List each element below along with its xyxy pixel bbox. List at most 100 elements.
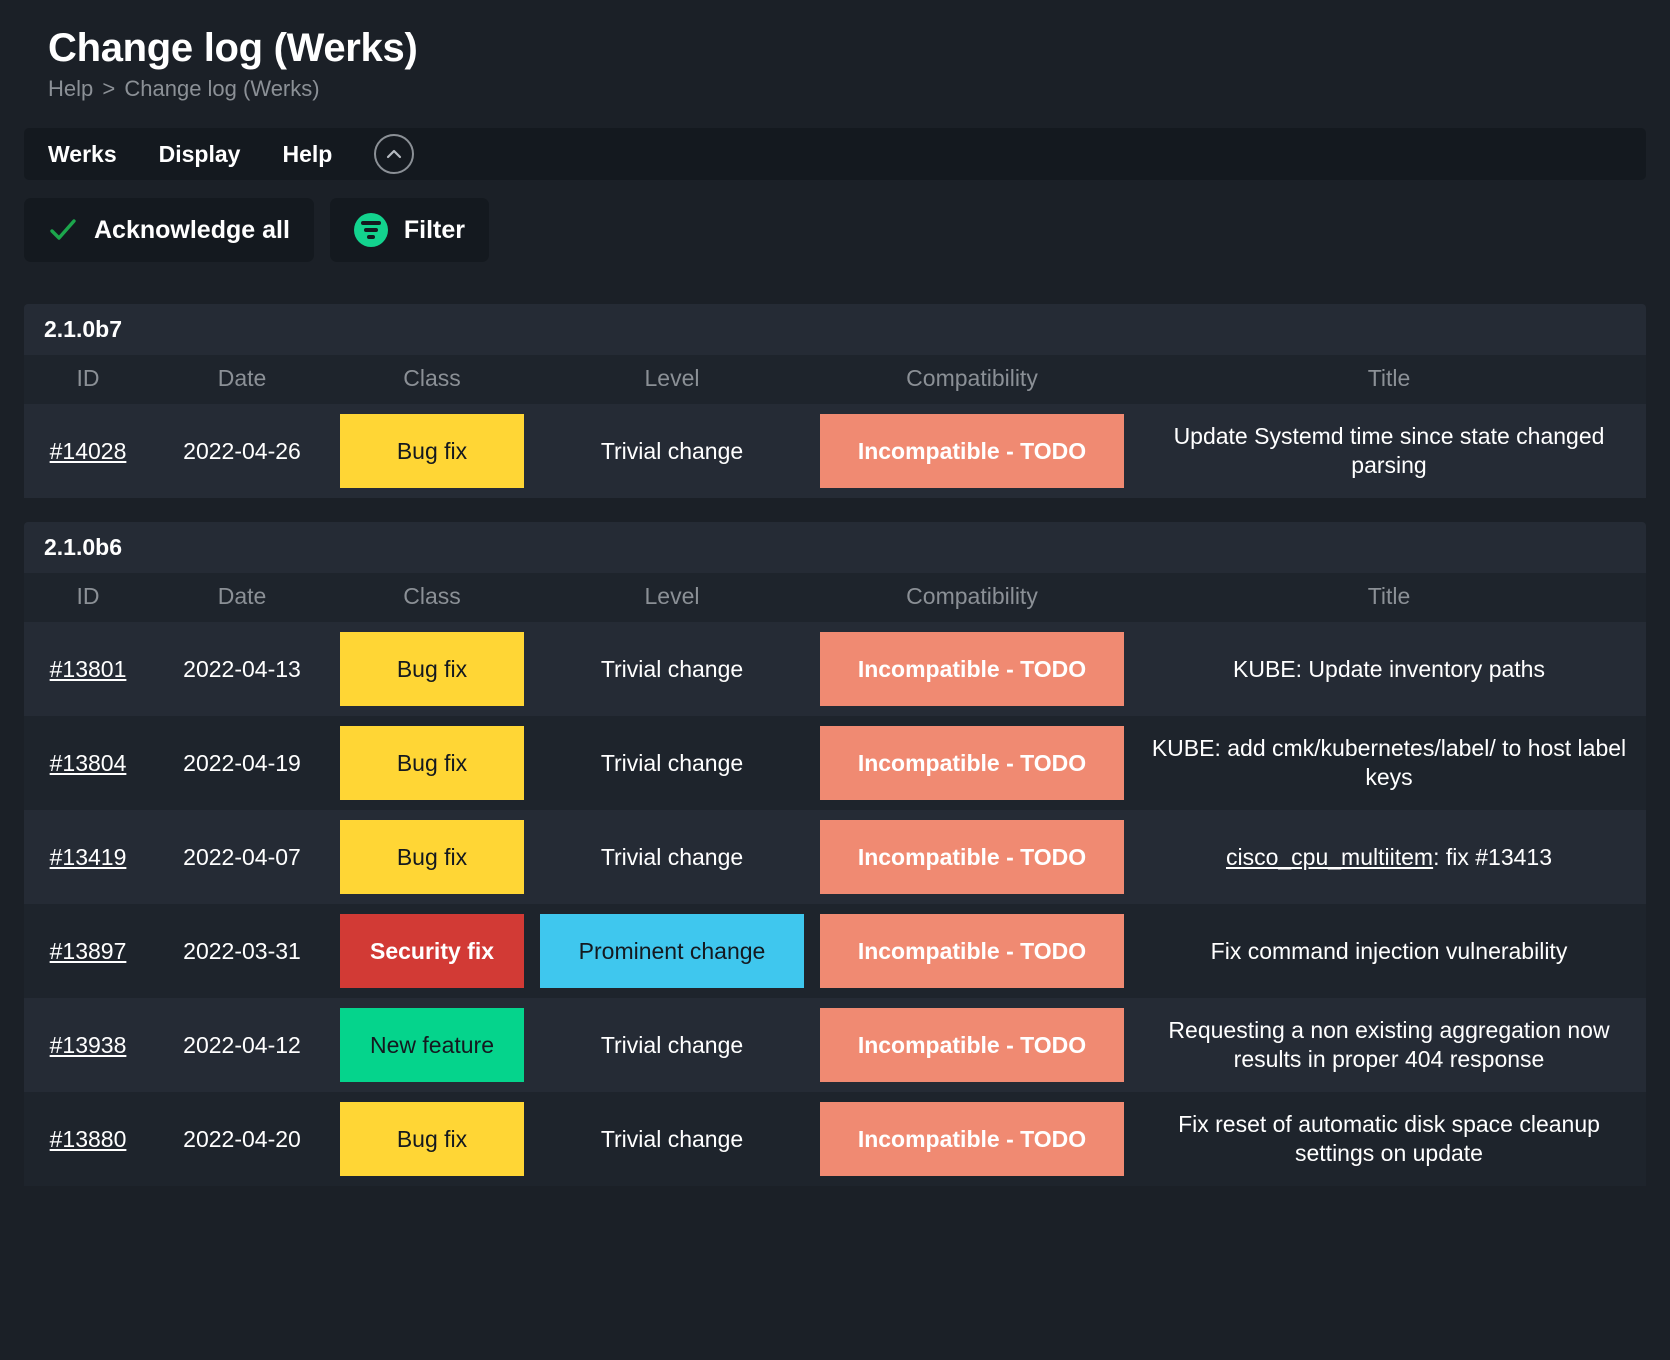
acknowledge-all-label: Acknowledge all	[94, 215, 290, 244]
werk-id-link[interactable]: #14028	[50, 438, 127, 464]
werk-id-link[interactable]: #13880	[50, 1126, 127, 1152]
werk-title-cell: cisco_cpu_multiitem: fix #13413	[1132, 810, 1646, 905]
menu-item-help[interactable]: Help	[282, 141, 332, 168]
table-row[interactable]: #14028 2022-04-26 Bug fix Trivial change…	[24, 404, 1646, 499]
column-header-compatibility: Compatibility	[812, 573, 1132, 623]
werk-id-cell: #13880	[24, 1092, 152, 1187]
werk-class-cell: New feature	[332, 998, 532, 1093]
werk-compatibility-cell: Incompatible - TODO	[812, 810, 1132, 905]
column-header-class: Class	[332, 573, 532, 623]
table-row[interactable]: #13897 2022-03-31 Security fix Prominent…	[24, 904, 1646, 999]
compatibility-badge: Incompatible - TODO	[820, 726, 1124, 801]
breadcrumb: Help > Change log (Werks)	[48, 76, 1670, 102]
class-badge: New feature	[340, 1008, 524, 1083]
werk-date-cell: 2022-04-19	[152, 716, 332, 811]
column-header-title: Title	[1132, 355, 1646, 405]
check-icon	[48, 215, 78, 245]
werk-level-cell: Trivial change	[532, 622, 812, 717]
werk-table-body: #14028 2022-04-26 Bug fix Trivial change…	[24, 404, 1646, 499]
werk-level-cell: Trivial change	[532, 1092, 812, 1187]
filter-button[interactable]: Filter	[329, 198, 490, 263]
werk-id-cell: #13897	[24, 904, 152, 999]
class-badge: Bug fix	[340, 414, 524, 489]
version-header: 2.1.0b7	[24, 304, 1646, 356]
werk-id-cell: #14028	[24, 404, 152, 499]
werk-id-link[interactable]: #13938	[50, 1032, 127, 1058]
werk-date-cell: 2022-04-13	[152, 622, 332, 717]
werk-title-cell: Fix reset of automatic disk space cleanu…	[1132, 1092, 1646, 1187]
class-badge: Bug fix	[340, 1102, 524, 1177]
column-header-compatibility: Compatibility	[812, 355, 1132, 405]
menu-item-display[interactable]: Display	[159, 141, 241, 168]
werk-id-link[interactable]: #13801	[50, 656, 127, 682]
table-row[interactable]: #13801 2022-04-13 Bug fix Trivial change…	[24, 622, 1646, 717]
class-badge: Bug fix	[340, 726, 524, 801]
werk-title-cell: Update Systemd time since state changed …	[1132, 404, 1646, 499]
column-header-date: Date	[152, 355, 332, 405]
werk-level-cell: Trivial change	[532, 998, 812, 1093]
breadcrumb-separator: >	[102, 76, 116, 101]
page-header: Change log (Werks) Help > Change log (We…	[0, 0, 1670, 112]
werk-compatibility-cell: Incompatible - TODO	[812, 404, 1132, 499]
werk-class-cell: Bug fix	[332, 810, 532, 905]
werk-title-link[interactable]: cisco_cpu_multiitem	[1226, 844, 1433, 870]
werk-compatibility-cell: Incompatible - TODO	[812, 716, 1132, 811]
werk-date-cell: 2022-04-12	[152, 998, 332, 1093]
level-badge: Trivial change	[540, 820, 804, 895]
werk-class-cell: Bug fix	[332, 622, 532, 717]
werk-title-cell: Requesting a non existing aggregation no…	[1132, 998, 1646, 1093]
filter-label: Filter	[403, 215, 466, 244]
table-header-row: ID Date Class Level Compatibility Title	[24, 355, 1646, 405]
werk-table: ID Date Class Level Compatibility Title …	[24, 355, 1646, 499]
werk-id-cell: #13419	[24, 810, 152, 905]
werk-id-link[interactable]: #13419	[50, 844, 127, 870]
werk-compatibility-cell: Incompatible - TODO	[812, 622, 1132, 717]
werk-title-cell: KUBE: Update inventory paths	[1132, 622, 1646, 717]
column-header-level: Level	[532, 573, 812, 623]
column-header-title: Title	[1132, 573, 1646, 623]
breadcrumb-current: Change log (Werks)	[124, 76, 320, 101]
version-header: 2.1.0b6	[24, 522, 1646, 574]
werk-id-cell: #13804	[24, 716, 152, 811]
action-toolbar: Acknowledge all Filter	[24, 198, 1646, 263]
werk-class-cell: Bug fix	[332, 716, 532, 811]
column-header-date: Date	[152, 573, 332, 623]
werk-class-cell: Bug fix	[332, 404, 532, 499]
table-header-row: ID Date Class Level Compatibility Title	[24, 573, 1646, 623]
werk-date-cell: 2022-03-31	[152, 904, 332, 999]
column-header-class: Class	[332, 355, 532, 405]
page-title: Change log (Werks)	[48, 26, 418, 70]
level-badge: Prominent change	[540, 914, 804, 989]
werk-title-rest: : fix #13413	[1433, 843, 1552, 870]
table-row[interactable]: #13804 2022-04-19 Bug fix Trivial change…	[24, 716, 1646, 811]
level-badge: Trivial change	[540, 414, 804, 489]
werk-id-link[interactable]: #13897	[50, 938, 127, 964]
class-badge: Bug fix	[340, 820, 524, 895]
menu-bar: Werks Display Help	[24, 128, 1646, 181]
werk-id-link[interactable]: #13804	[50, 750, 127, 776]
menu-item-werks[interactable]: Werks	[48, 141, 117, 168]
werk-tables: 2.1.0b7 ID Date Class Level Compatibilit…	[24, 304, 1646, 1187]
breadcrumb-root[interactable]: Help	[48, 76, 93, 101]
werk-table: ID Date Class Level Compatibility Title …	[24, 573, 1646, 1187]
class-badge: Security fix	[340, 914, 524, 989]
table-row[interactable]: #13880 2022-04-20 Bug fix Trivial change…	[24, 1092, 1646, 1187]
table-row[interactable]: #13938 2022-04-12 New feature Trivial ch…	[24, 998, 1646, 1093]
werk-class-cell: Security fix	[332, 904, 532, 999]
acknowledge-all-button[interactable]: Acknowledge all	[24, 198, 314, 263]
compatibility-badge: Incompatible - TODO	[820, 632, 1124, 707]
compatibility-badge: Incompatible - TODO	[820, 1102, 1124, 1177]
werk-compatibility-cell: Incompatible - TODO	[812, 904, 1132, 999]
werk-date-cell: 2022-04-07	[152, 810, 332, 905]
werk-date-cell: 2022-04-20	[152, 1092, 332, 1187]
compatibility-badge: Incompatible - TODO	[820, 1008, 1124, 1083]
column-header-level: Level	[532, 355, 812, 405]
werk-class-cell: Bug fix	[332, 1092, 532, 1187]
chevron-up-circle-icon[interactable]	[374, 134, 415, 175]
compatibility-badge: Incompatible - TODO	[820, 914, 1124, 989]
werk-level-cell: Trivial change	[532, 404, 812, 499]
werk-compatibility-cell: Incompatible - TODO	[812, 998, 1132, 1093]
level-badge: Trivial change	[540, 1008, 804, 1083]
class-badge: Bug fix	[340, 632, 524, 707]
table-row[interactable]: #13419 2022-04-07 Bug fix Trivial change…	[24, 810, 1646, 905]
